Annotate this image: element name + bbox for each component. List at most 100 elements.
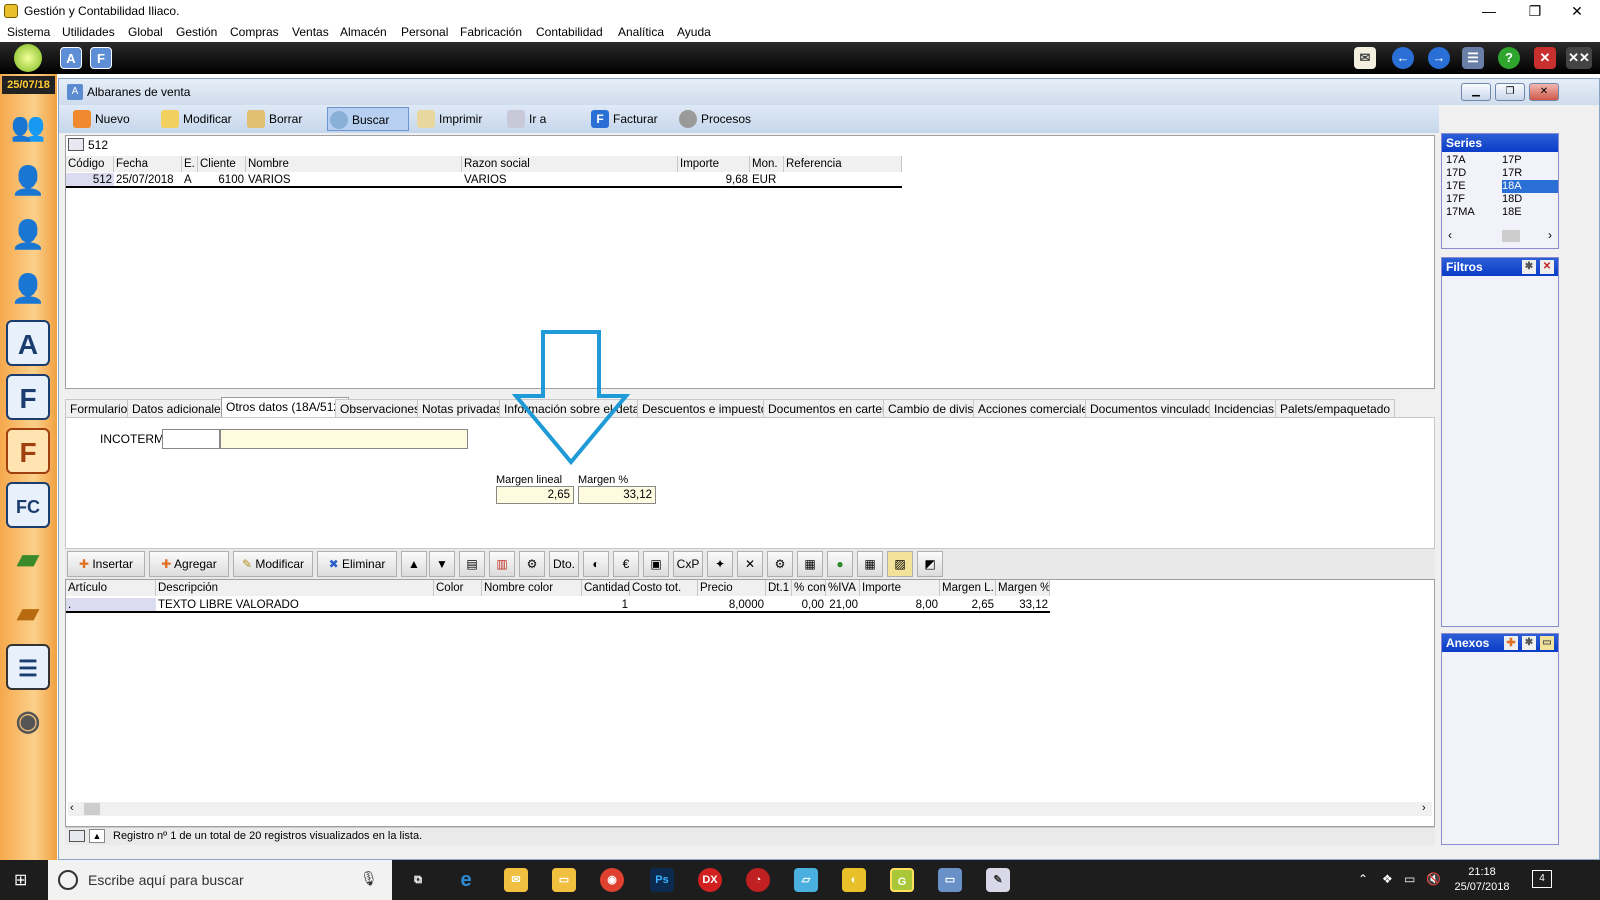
series-scroll-left-icon[interactable]: ‹ — [1448, 228, 1452, 242]
cell-referencia[interactable] — [784, 173, 902, 188]
col-articulo[interactable]: Artículo — [66, 580, 156, 596]
cell-descripcion[interactable]: TEXTO LIBRE VALORADO — [156, 598, 434, 613]
cell-dt1[interactable] — [766, 598, 792, 613]
cell-articulo[interactable]: . — [66, 598, 156, 613]
col-precio[interactable]: Precio — [698, 580, 766, 596]
paint-icon[interactable]: ✎ — [986, 868, 1010, 892]
menu-personal[interactable]: Personal — [401, 25, 448, 39]
mail-icon[interactable]: ✉ — [1354, 47, 1376, 69]
series-item[interactable]: 17A — [1446, 154, 1475, 167]
series-item-selected[interactable]: 18A — [1502, 180, 1558, 193]
start-windows-icon[interactable]: ⊞ — [14, 872, 32, 890]
person-icon[interactable]: ● — [827, 551, 853, 577]
col-costo-tot[interactable]: Costo tot. — [630, 580, 698, 596]
col-margen-l[interactable]: Margen L. — [940, 580, 996, 596]
clock[interactable]: 21:18 25/07/2018 — [1452, 865, 1512, 895]
subwindow-restore-button[interactable]: ❐ — [1495, 83, 1525, 101]
col-importe[interactable]: Importe — [678, 156, 750, 172]
cell-estado[interactable]: A — [182, 173, 198, 188]
ir-a-button[interactable]: Ir a — [505, 107, 577, 131]
col-dt1[interactable]: Dt.1 — [766, 580, 792, 596]
cell-cantidad[interactable]: 1 — [582, 598, 630, 613]
modificar-linea-button[interactable]: ✎ Modificar — [233, 551, 313, 577]
letter-f-orange-icon[interactable]: F — [6, 428, 50, 474]
chrome-icon[interactable]: ◉ — [600, 868, 624, 892]
app-a-icon[interactable]: A — [60, 47, 82, 69]
cell-color[interactable] — [434, 598, 482, 613]
box-icon[interactable]: ▦ — [797, 551, 823, 577]
image-icon[interactable]: ▨ — [887, 551, 913, 577]
series-item[interactable]: 17R — [1502, 167, 1558, 180]
cell-precio[interactable]: 8,0000 — [698, 598, 766, 613]
scroll-left-icon[interactable]: ‹ — [70, 802, 74, 814]
green-bag-icon[interactable]: ▰ — [6, 536, 50, 582]
layers-icon[interactable]: ◩ — [917, 551, 943, 577]
cxp-button[interactable]: CxP — [673, 551, 703, 577]
filtros-settings-icon[interactable]: ✱ — [1522, 260, 1536, 274]
tray-chevron-icon[interactable]: ⌃ — [1358, 872, 1368, 886]
window-app-icon[interactable]: ▭ — [938, 868, 962, 892]
col-estado[interactable]: E. — [182, 156, 198, 172]
col-moneda[interactable]: Mon. — [750, 156, 784, 172]
minimize-button[interactable]: — — [1466, 0, 1512, 22]
record-icon[interactable] — [69, 830, 85, 842]
col-pct-com[interactable]: % com. — [792, 580, 826, 596]
incoterm-code-input[interactable] — [162, 429, 220, 449]
incoterm-desc-input[interactable] — [220, 429, 468, 449]
stamp-icon[interactable]: ✦ — [707, 551, 733, 577]
search-value[interactable]: 512 — [88, 138, 108, 152]
home-orb-icon[interactable] — [14, 44, 42, 72]
procesos-button[interactable]: Procesos — [677, 107, 761, 131]
menu-analitica[interactable]: Analítica — [618, 25, 664, 39]
settings-icon[interactable]: ⚙ — [519, 551, 545, 577]
eliminar-button[interactable]: ✖ Eliminar — [317, 551, 397, 577]
col-cantidad[interactable]: Cantidad — [582, 580, 630, 596]
fc-icon[interactable]: FC — [6, 482, 50, 528]
cell-importe[interactable]: 9,68 — [678, 173, 750, 188]
forward-arrow-icon[interactable]: → — [1428, 47, 1450, 69]
tab-incidencias[interactable]: Incidencias — [1209, 399, 1280, 417]
close-button[interactable]: ✕ — [1554, 0, 1600, 22]
menu-contabilidad[interactable]: Contabilidad — [536, 25, 603, 39]
letter-f-icon[interactable]: F — [6, 374, 50, 420]
tab-observaciones[interactable]: Observaciones — [335, 399, 426, 417]
task-view-icon[interactable]: ⧉ — [406, 868, 430, 892]
calendar-icon[interactable]: ▦ — [857, 551, 883, 577]
cell-codigo[interactable]: 512 — [66, 173, 114, 188]
subwindow-minimize-button[interactable]: ▁ — [1461, 83, 1491, 101]
orange-bag-icon[interactable]: ▰ — [6, 590, 50, 636]
maximize-button[interactable]: ❐ — [1512, 0, 1558, 22]
cell-costo-tot[interactable] — [630, 598, 698, 613]
scroll-thumb[interactable] — [84, 803, 100, 815]
notifications-icon[interactable]: 4 — [1532, 870, 1552, 888]
app-f-icon[interactable]: F — [90, 47, 112, 69]
menu-compras[interactable]: Compras — [230, 25, 279, 39]
subwindow-close-button[interactable]: ✕ — [1529, 83, 1559, 101]
edge-icon[interactable]: e — [454, 868, 478, 892]
col-margen-pct[interactable]: Margen %. — [996, 580, 1050, 596]
series-item[interactable]: 17E — [1446, 180, 1475, 193]
cell-margen-l[interactable]: 2,65 — [940, 598, 996, 613]
gears-small-icon[interactable]: ⚙ — [767, 551, 793, 577]
user-p-icon[interactable]: 👤 — [6, 212, 50, 258]
menu-ventas[interactable]: Ventas — [292, 25, 329, 39]
list-icon[interactable]: ☰ — [6, 644, 50, 690]
menu-global[interactable]: Global — [128, 25, 163, 39]
tab-datos-adicionales[interactable]: Datos adicionales — [127, 399, 232, 417]
buscar-button[interactable]: Buscar — [327, 107, 409, 131]
tab-otros-datos[interactable]: Otros datos (18A/512) — [221, 397, 350, 417]
users-group-icon[interactable]: 👥 — [6, 104, 50, 150]
tab-documentos-cartera[interactable]: Documentos en cartera — [763, 399, 898, 417]
windows-list-icon[interactable]: ☰ — [1462, 47, 1484, 69]
app-paper-icon[interactable]: ▱ — [794, 868, 818, 892]
filtros-close-icon[interactable]: ✕ — [1540, 260, 1554, 274]
col-descripcion[interactable]: Descripción — [156, 580, 434, 596]
col-fecha[interactable]: Fecha — [114, 156, 182, 172]
letter-a-icon[interactable]: A — [6, 320, 50, 366]
col-nombre[interactable]: Nombre — [246, 156, 462, 172]
anexos-settings-icon[interactable]: ✱ — [1522, 636, 1536, 650]
tab-acciones-comerciales[interactable]: Acciones comerciales — [973, 399, 1100, 417]
menu-fabricacion[interactable]: Fabricación — [460, 25, 522, 39]
tab-documentos-vinculados[interactable]: Documentos vinculados — [1085, 399, 1223, 417]
cell-margen-pct[interactable]: 33,12 — [996, 598, 1050, 613]
